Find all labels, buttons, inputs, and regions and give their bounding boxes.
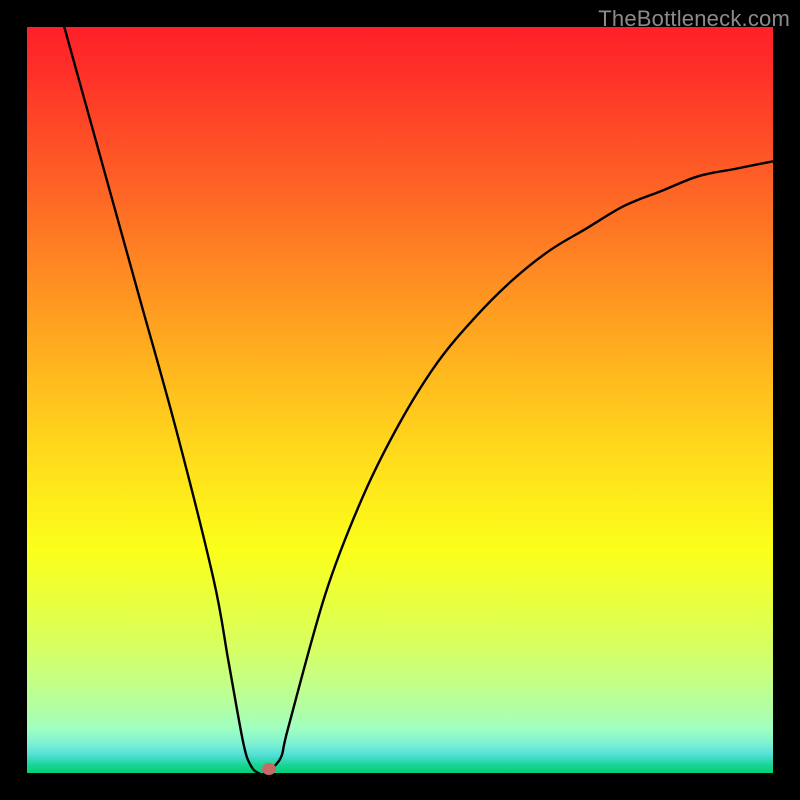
plot-area — [27, 27, 773, 773]
curve-path — [64, 27, 773, 774]
optimum-marker — [262, 763, 276, 775]
chart-container: TheBottleneck.com — [0, 0, 800, 800]
watermark-text: TheBottleneck.com — [598, 6, 790, 32]
bottleneck-curve — [27, 27, 773, 773]
